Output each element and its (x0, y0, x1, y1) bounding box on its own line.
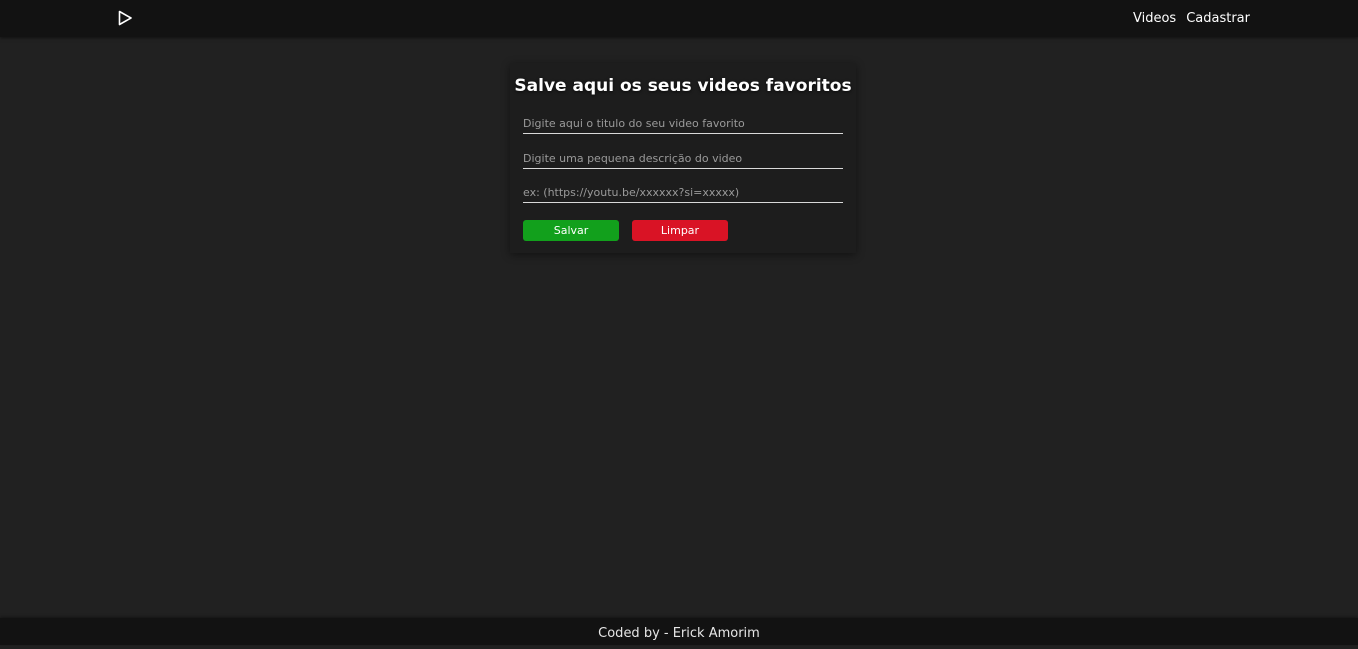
main-nav: Videos Cadastrar (1133, 0, 1250, 37)
clear-button[interactable]: Limpar (632, 220, 728, 241)
top-header: Videos Cadastrar (0, 0, 1358, 37)
video-form-card: Salve aqui os seus videos favoritos Salv… (510, 63, 856, 253)
footer: Coded by - Erick Amorim (0, 618, 1358, 645)
footer-credit: Coded by - Erick Amorim (598, 626, 760, 641)
play-icon[interactable] (116, 9, 134, 27)
nav-link-videos[interactable]: Videos (1133, 11, 1176, 26)
video-url-input[interactable] (523, 182, 843, 203)
nav-link-cadastrar[interactable]: Cadastrar (1186, 11, 1250, 26)
save-button[interactable]: Salvar (523, 220, 619, 241)
video-title-input[interactable] (523, 113, 843, 134)
form-title: Salve aqui os seus videos favoritos (514, 76, 852, 96)
video-description-input[interactable] (523, 148, 843, 169)
